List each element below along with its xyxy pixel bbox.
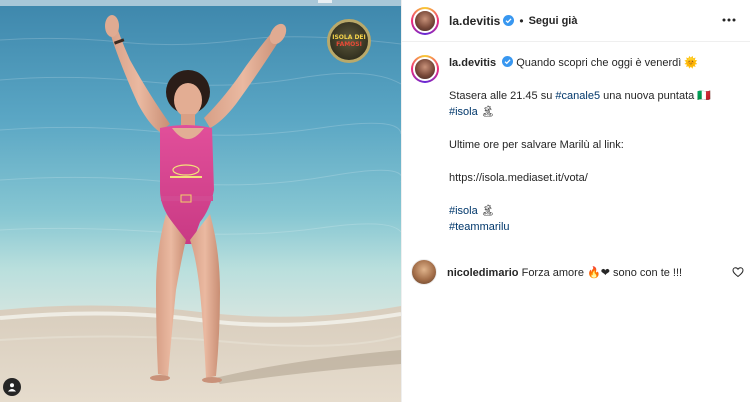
verified-icon xyxy=(502,56,514,67)
caption-line2-mid: una nuova puntata xyxy=(600,90,698,102)
vote-link[interactable]: https://isola.mediaset.it/vota/ xyxy=(449,170,739,186)
sun-emoji: 🌞 xyxy=(684,57,699,69)
island-emoji-2: 🏝 xyxy=(480,205,495,217)
author-username[interactable]: la.devitis xyxy=(449,14,500,28)
heart-icon[interactable] xyxy=(732,266,744,278)
comment-emojis: 🔥❤ xyxy=(587,266,610,279)
caption-line3: Ultime ore per salvare Marilù al link: xyxy=(449,139,624,151)
comment-body-before: Forza amore xyxy=(521,266,588,279)
commenter-avatar[interactable] xyxy=(411,259,437,285)
caption-line1: Quando scopri che oggi è venerdì xyxy=(516,57,682,69)
island-emoji: 🏝 xyxy=(480,106,495,118)
hashtag-teammarilu[interactable]: #teammarilu xyxy=(449,221,510,233)
person-icon xyxy=(8,383,16,392)
hashtag-isola-2[interactable]: #isola xyxy=(449,205,478,217)
logo-text-line2: FAMOSI xyxy=(336,41,362,48)
comment-row: nicoledimario Forza amore 🔥❤ sono con te… xyxy=(411,259,746,285)
tv-show-logo: ISOLA DEI FAMOSI xyxy=(327,19,371,63)
more-options-button[interactable] xyxy=(719,10,739,30)
commenter-username[interactable]: nicoledimario xyxy=(447,267,519,279)
post-header: la.devitis • Segui già xyxy=(402,0,750,42)
instagram-post: ISOLA DEI FAMOSI la.devitis • Segui già xyxy=(0,0,750,402)
caption-body: la.devitis Quando scopri che oggi è vene… xyxy=(449,55,739,235)
more-icon xyxy=(722,18,736,22)
post-photo[interactable]: ISOLA DEI FAMOSI xyxy=(0,0,401,402)
hashtag-isola[interactable]: #isola xyxy=(449,106,478,118)
caption-username[interactable]: la.devitis xyxy=(449,57,496,69)
post-caption: la.devitis Quando scopri che oggi è vene… xyxy=(411,55,741,235)
verified-icon xyxy=(503,15,515,26)
hashtag-canale5[interactable]: #canale5 xyxy=(555,90,600,102)
comment-text: nicoledimario Forza amore 🔥❤ sono con te… xyxy=(447,266,682,279)
flag-emoji: 🇮🇹 xyxy=(697,90,712,102)
following-button[interactable]: Segui già xyxy=(529,15,578,27)
caption-author-avatar[interactable] xyxy=(411,55,439,83)
logo-text-line1: ISOLA DEI xyxy=(332,34,366,41)
user-tag-icon[interactable] xyxy=(3,378,21,396)
author-avatar[interactable] xyxy=(411,6,439,35)
post-side-panel: la.devitis • Segui già la.devitis Quando… xyxy=(401,0,750,402)
separator-dot: • xyxy=(519,13,524,28)
caption-line2-prefix: Stasera alle 21.45 su xyxy=(449,90,556,102)
comment-body-after: sono con te !!! xyxy=(609,266,683,279)
